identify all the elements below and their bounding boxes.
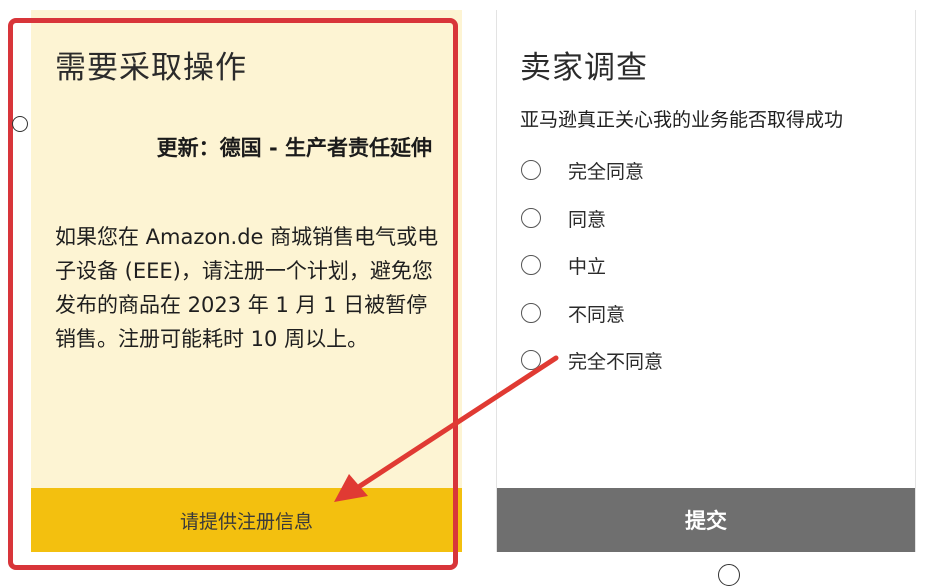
radio-button[interactable]	[521, 303, 541, 323]
action-card-body: 如果您在 Amazon.de 商城销售电气或电子设备 (EEE)，请注册一个计划…	[55, 225, 439, 351]
option-label: 完全同意	[568, 160, 645, 183]
radio-button[interactable]	[521, 160, 541, 180]
option-label: 不同意	[568, 303, 626, 326]
survey-title: 卖家调查	[520, 50, 648, 86]
update-headline: 更新：德国 - 生产者责任延伸	[156, 136, 432, 160]
survey-question: 亚马逊真正关心我的业务能否取得成功	[520, 109, 844, 131]
action-card-title: 需要采取操作	[55, 50, 247, 86]
survey-option-strongly-agree[interactable]: 完全同意	[521, 155, 644, 185]
option-label: 中立	[568, 255, 607, 278]
provide-registration-button[interactable]: 请提供注册信息	[31, 488, 462, 552]
survey-option-agree[interactable]: 同意	[521, 203, 606, 233]
survey-option-disagree[interactable]: 不同意	[521, 298, 625, 328]
radio-button[interactable]	[521, 255, 541, 275]
bottom-handle	[718, 564, 740, 586]
survey-option-strongly-disagree[interactable]: 完全不同意	[521, 345, 663, 375]
action-required-card: 需要采取操作 更新：德国 - 生产者责任延伸 如果您在 Amazon.de 商城…	[31, 10, 462, 552]
option-label: 同意	[568, 208, 607, 231]
option-label: 完全不同意	[568, 350, 664, 373]
seller-survey-card: 卖家调查 亚马逊真正关心我的业务能否取得成功 完全同意 同意 中立 不同意 完全…	[496, 10, 916, 552]
frame-handle	[12, 116, 28, 132]
survey-option-neutral[interactable]: 中立	[521, 250, 606, 280]
radio-button[interactable]	[521, 350, 541, 370]
radio-button[interactable]	[521, 208, 541, 228]
submit-button[interactable]: 提交	[497, 488, 915, 552]
